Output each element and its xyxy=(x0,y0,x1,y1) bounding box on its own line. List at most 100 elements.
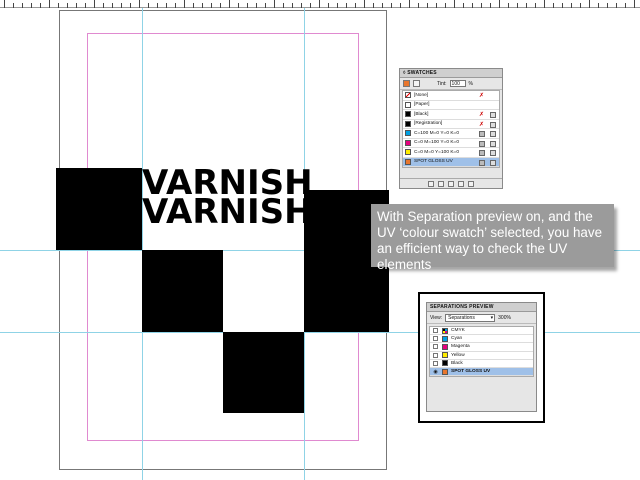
ruler-tick xyxy=(571,3,572,8)
ruler-tick xyxy=(373,3,374,8)
plate-color-chip xyxy=(442,352,448,359)
swatch-name: C=0 M=0 Y=100 K=0 xyxy=(414,149,459,155)
ruler-tick xyxy=(247,3,248,8)
ruler-tick xyxy=(130,3,131,8)
swatch-view-icon[interactable] xyxy=(438,180,444,187)
swatch-row[interactable]: C=0 M=100 Y=0 K=0 xyxy=(403,139,499,148)
delete-swatch-icon[interactable] xyxy=(468,180,474,187)
ruler-tick xyxy=(598,3,599,8)
ruler-tick xyxy=(211,3,212,8)
plate-row[interactable]: Cyan xyxy=(430,335,533,344)
plate-name: Black xyxy=(451,360,463,366)
tint-input[interactable]: 100 xyxy=(449,80,466,87)
plate-row[interactable]: CMYK xyxy=(430,327,533,336)
ruler-tick xyxy=(418,3,419,8)
plate-row[interactable]: Yellow xyxy=(430,352,533,360)
ruler-tick xyxy=(499,0,500,8)
view-select-value: Separations xyxy=(448,314,475,321)
swatch-row[interactable]: C=0 M=0 Y=100 K=0 xyxy=(403,148,499,158)
plate-row[interactable]: Black xyxy=(430,360,533,368)
ruler-tick xyxy=(445,3,446,8)
ruler-tick xyxy=(616,3,617,8)
ruler-tick xyxy=(76,3,77,8)
ruler-tick xyxy=(94,0,95,8)
swatches-toolbar: Tint: 100 % xyxy=(400,78,502,90)
swatch-row[interactable]: [None] ✗ xyxy=(403,91,499,101)
plate-name: SPOT GLOSS UV xyxy=(451,369,491,375)
ruler-tick xyxy=(391,3,392,8)
plate-row[interactable]: Magenta xyxy=(430,343,533,352)
ruler-tick xyxy=(238,3,239,8)
swatch-name: C=0 M=100 Y=0 K=0 xyxy=(414,140,459,146)
new-swatch-icon[interactable] xyxy=(458,180,464,187)
plate-color-chip xyxy=(442,368,448,375)
eye-icon[interactable] xyxy=(432,327,439,334)
swatch-row[interactable]: SPOT GLOSS UV xyxy=(403,157,499,167)
eye-icon[interactable] xyxy=(432,352,439,359)
ruler-tick xyxy=(220,3,221,8)
plate-name: Yellow xyxy=(451,352,465,358)
swatch-row[interactable]: [Paper] xyxy=(403,101,499,110)
color-mode-icon xyxy=(490,150,496,156)
ruler-tick xyxy=(139,0,140,8)
black-square[interactable] xyxy=(223,332,304,413)
ruler-tick xyxy=(427,3,428,8)
ruler-tick xyxy=(634,0,635,8)
eye-icon[interactable] xyxy=(432,360,439,367)
ruler-tick xyxy=(454,0,455,8)
non-editable-icon: ✗ xyxy=(479,112,485,118)
non-editable-icon: ✗ xyxy=(479,121,485,128)
ruler-tick xyxy=(436,3,437,8)
black-square[interactable] xyxy=(142,250,223,332)
plate-row[interactable]: ◉ SPOT GLOSS UV xyxy=(430,367,533,377)
fill-stroke-icon[interactable] xyxy=(403,80,410,87)
color-type-icon xyxy=(479,140,485,147)
show-all-swatches-icon[interactable] xyxy=(428,180,434,187)
view-select[interactable]: Separations ▾ xyxy=(445,313,496,322)
swatch-name: [Paper] xyxy=(414,102,430,108)
ruler-tick xyxy=(13,3,14,8)
ruler-tick xyxy=(535,3,536,8)
ruler-tick xyxy=(481,3,482,8)
ruler-tick xyxy=(22,3,23,8)
ruler-tick xyxy=(580,3,581,8)
ruler-tick xyxy=(40,3,41,8)
swatch-name: [Registration] xyxy=(414,121,443,127)
ruler-tick xyxy=(562,3,563,8)
ruler-tick xyxy=(589,0,590,8)
swatch-color-chip xyxy=(405,111,411,118)
ruler-tick xyxy=(256,3,257,8)
ruler-tick xyxy=(202,3,203,8)
formatting-text-icon[interactable] xyxy=(413,80,420,87)
swatch-color-chip xyxy=(405,92,411,99)
separations-preview-frame: SEPARATIONS PREVIEW View: Separations ▾ … xyxy=(418,292,545,423)
varnish-text-line-2[interactable]: VARNISH xyxy=(142,195,313,229)
ruler-tick xyxy=(400,3,401,8)
ruler-tick xyxy=(265,3,266,8)
swatch-row[interactable]: C=100 M=0 Y=0 K=0 xyxy=(403,129,499,139)
ruler-tick xyxy=(121,3,122,8)
top-ruler[interactable] xyxy=(0,0,640,8)
ruler-tick xyxy=(193,3,194,8)
swatch-color-chip xyxy=(405,101,411,108)
ruler-tick xyxy=(490,3,491,8)
ruler-tick xyxy=(148,3,149,8)
zoom-value[interactable]: 300% xyxy=(498,315,511,321)
view-label: View: xyxy=(430,314,443,321)
vertical-guide[interactable] xyxy=(142,8,143,480)
swatch-row[interactable]: [Registration] ✗ xyxy=(403,120,499,129)
plate-color-chip xyxy=(442,343,448,350)
black-square[interactable] xyxy=(56,168,142,250)
swatches-panel-title[interactable]: ◊ SWATCHES xyxy=(400,69,502,78)
separations-panel-title[interactable]: SEPARATIONS PREVIEW xyxy=(427,303,536,312)
plate-color-chip xyxy=(442,327,448,334)
ruler-tick xyxy=(355,3,356,8)
non-editable-icon: ✗ xyxy=(479,93,485,99)
separations-toolbar: View: Separations ▾ 300% xyxy=(427,312,536,324)
ruler-tick xyxy=(58,3,59,8)
eye-icon[interactable] xyxy=(432,343,439,350)
swatch-row[interactable]: [Black] ✗ xyxy=(403,110,499,120)
eye-icon[interactable] xyxy=(432,335,439,342)
new-color-group-icon[interactable] xyxy=(448,180,454,187)
eye-icon[interactable]: ◉ xyxy=(432,368,439,375)
